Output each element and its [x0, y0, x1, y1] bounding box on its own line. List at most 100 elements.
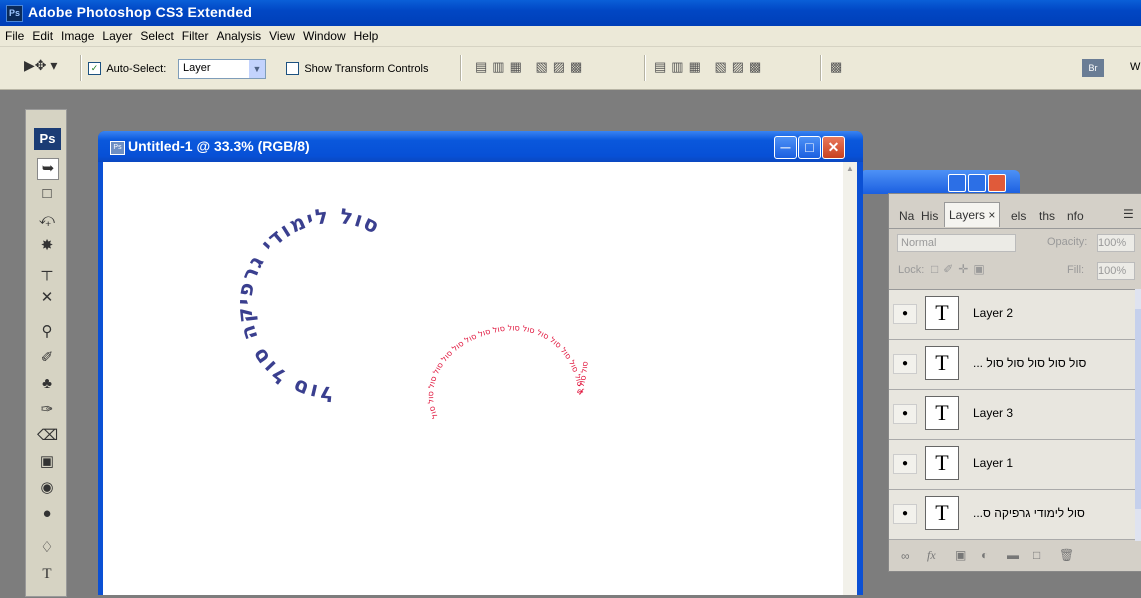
lasso-tool-icon[interactable]: ⤽ [37, 210, 57, 230]
tab-layers[interactable]: Layers × [944, 202, 1001, 227]
layer-thumbnail: T [925, 296, 959, 330]
lock-icons[interactable]: □✐✛▣ [931, 262, 990, 276]
dodge-tool-icon[interactable]: ● [37, 504, 57, 524]
panel-tab-strip: Na His Layers × els ths nfo ☰ [889, 202, 1141, 229]
auto-select-checkbox[interactable]: ✓ Auto-Select: [88, 61, 166, 76]
new-group-icon[interactable]: ▬ [1007, 548, 1019, 562]
document-window: Ps Untitled-1 @ 33.3% (RGB/8) ─ □ ✕ סול … [98, 131, 863, 595]
layer-row[interactable]: ● T ... סול סול סול סול סול [889, 340, 1135, 390]
history-brush-tool-icon[interactable]: ✑ [37, 400, 57, 420]
layer-thumbnail: T [925, 396, 959, 430]
slice-tool-icon[interactable]: ✕ [37, 288, 57, 308]
toolbox-logo: Ps [34, 128, 61, 150]
layer-thumbnail: T [925, 496, 959, 530]
link-layers-icon[interactable]: ∞ [901, 549, 910, 563]
auto-select-check[interactable]: ✓ [88, 62, 101, 76]
gradient-tool-icon[interactable]: ▣ [37, 452, 57, 472]
scroll-up-arrow[interactable]: ▲ [844, 164, 856, 176]
layer-thumbnail: T [925, 446, 959, 480]
shape-text-layer: סול סול סול סול סול סול סול סול סול סול … [426, 323, 590, 419]
tab-navigator[interactable]: Na [899, 206, 914, 226]
pen-tool-icon[interactable]: ♢ [37, 538, 57, 558]
brush-tool-icon[interactable]: ✐ [37, 348, 57, 368]
toolbox: Ps ➥ □ ⤽ ✸ ┬ ✕ ⚲ ✐ ♣ ✑ ⌫ ▣ ◉ ● ♢ T [25, 109, 67, 597]
add-mask-icon[interactable]: ▣ [955, 548, 966, 562]
menu-edit[interactable]: Edit [28, 26, 57, 46]
document-canvas[interactable]: סול לימודי גרפיקה סול סול סול סול סול סו… [103, 162, 843, 595]
healing-brush-tool-icon[interactable]: ⚲ [37, 322, 57, 342]
document-titlebar[interactable]: Ps Untitled-1 @ 33.3% (RGB/8) ─ □ ✕ [98, 131, 863, 162]
tab-paths[interactable]: ths [1039, 206, 1055, 226]
menu-image[interactable]: Image [57, 26, 98, 46]
transform-check[interactable] [286, 62, 299, 76]
blend-mode-dropdown[interactable]: Normal [897, 234, 1016, 252]
eye-visibility-icon[interactable]: ● [893, 304, 917, 324]
layer-row[interactable]: ● T ...סול לימודי גרפיקה ס [889, 490, 1135, 540]
tab-channels[interactable]: els [1011, 206, 1026, 226]
background-maximize-button[interactable] [968, 174, 986, 192]
layers-scrollbar[interactable] [1135, 289, 1141, 541]
menu-analysis[interactable]: Analysis [212, 26, 265, 46]
menu-filter[interactable]: Filter [178, 26, 213, 46]
eye-visibility-icon[interactable]: ● [893, 404, 917, 424]
bridge-icon[interactable]: Br [1082, 59, 1104, 77]
opacity-field[interactable]: 100% [1097, 234, 1135, 252]
background-close-button[interactable] [988, 174, 1006, 192]
tab-info[interactable]: nfo [1067, 206, 1084, 226]
eye-visibility-icon[interactable]: ● [893, 504, 917, 524]
menu-view[interactable]: View [265, 26, 299, 46]
fx-button[interactable]: fx [927, 548, 936, 563]
workspace-menu[interactable]: W [1130, 61, 1140, 73]
layer-name[interactable]: Layer 2 [973, 306, 1013, 320]
document-title: Untitled-1 @ 33.3% (RGB/8) [128, 138, 310, 154]
layer-name[interactable]: ... סול סול סול סול סול [973, 356, 1086, 370]
blend-mode-value: Normal [901, 237, 937, 249]
clone-stamp-tool-icon[interactable]: ♣ [37, 374, 57, 394]
layer-name[interactable]: Layer 1 [973, 456, 1013, 470]
crop-tool-icon[interactable]: ┬ [37, 262, 57, 282]
layers-panel: Na His Layers × els ths nfo ☰ Normal Opa… [888, 193, 1141, 572]
layer-row[interactable]: ● T Layer 1 [889, 440, 1135, 490]
close-button[interactable]: ✕ [822, 136, 845, 159]
adjustment-layer-icon[interactable]: ◐ [981, 548, 988, 562]
menu-window[interactable]: Window [299, 26, 350, 46]
canvas-vertical-scrollbar[interactable]: ▲ [843, 162, 857, 595]
new-layer-icon[interactable]: □ [1033, 548, 1040, 562]
auto-select-dropdown[interactable]: Layer ▼ [178, 59, 266, 79]
show-transform-controls-checkbox[interactable]: Show Transform Controls [286, 61, 428, 76]
opacity-label: Opacity: [1047, 236, 1088, 248]
auto-align-button[interactable]: ▩ [830, 59, 842, 75]
chevron-down-icon[interactable]: ▼ [249, 60, 265, 78]
circular-text: סול לימודי גרפיקה סול סול [232, 204, 382, 406]
fill-field[interactable]: 100% [1097, 262, 1135, 280]
menu-select[interactable]: Select [136, 26, 177, 46]
type-tool-icon[interactable]: T [37, 564, 57, 584]
layers-scroll-thumb[interactable] [1135, 309, 1141, 509]
marquee-tool-icon[interactable]: □ [37, 184, 57, 204]
auto-select-value: Layer [183, 62, 211, 74]
shape-text: סול סול סול סול סול סול סול סול סול סול … [426, 323, 590, 419]
magic-wand-tool-icon[interactable]: ✸ [37, 236, 57, 256]
layer-row[interactable]: ● T Layer 2 [889, 290, 1135, 340]
align-buttons[interactable]: ▤▥▦ ▧▨▩ [475, 59, 640, 77]
move-tool-preset-picker[interactable]: ▶✥ ▾ [24, 57, 74, 79]
tab-history[interactable]: His [921, 206, 938, 226]
panel-menu-icon[interactable]: ☰ [1123, 204, 1134, 224]
layer-name[interactable]: Layer 3 [973, 406, 1013, 420]
background-minimize-button[interactable] [948, 174, 966, 192]
eraser-tool-icon[interactable]: ⌫ [37, 426, 58, 446]
move-tool-icon[interactable]: ➥ [37, 158, 59, 180]
layer-row[interactable]: ● T Layer 3 [889, 390, 1135, 440]
trash-icon[interactable]: 🗑 [1059, 548, 1074, 562]
distribute-buttons[interactable]: ▤▥▦ ▧▨▩ [654, 59, 819, 77]
menu-help[interactable]: Help [350, 26, 383, 46]
blur-tool-icon[interactable]: ◉ [37, 478, 57, 498]
menu-file[interactable]: File [0, 26, 28, 46]
eye-visibility-icon[interactable]: ● [893, 354, 917, 374]
layer-name[interactable]: ...סול לימודי גרפיקה ס [973, 506, 1085, 520]
app-title-bar: Ps Adobe Photoshop CS3 Extended [0, 0, 1141, 26]
eye-visibility-icon[interactable]: ● [893, 454, 917, 474]
maximize-button[interactable]: □ [798, 136, 821, 159]
minimize-button[interactable]: ─ [774, 136, 797, 159]
menu-layer[interactable]: Layer [98, 26, 136, 46]
